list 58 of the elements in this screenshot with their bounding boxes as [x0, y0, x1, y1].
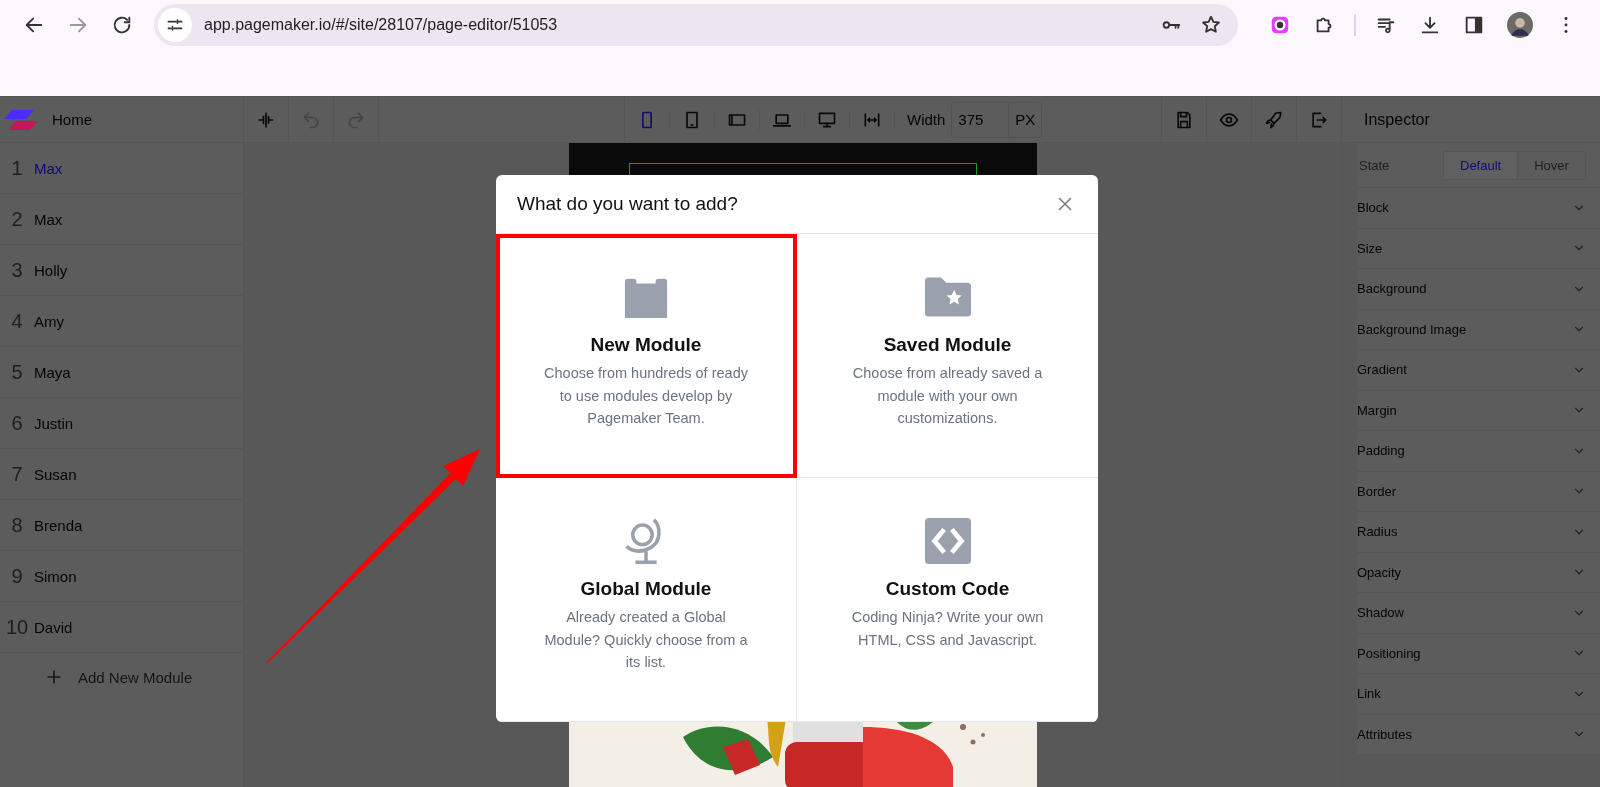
download-icon[interactable]: [1419, 14, 1441, 36]
row-number: 4: [10, 309, 24, 333]
inspector-title: Inspector: [1364, 110, 1430, 129]
width-field[interactable]: 375 PX: [951, 101, 1043, 138]
state-label: State: [1358, 157, 1391, 173]
module-name[interactable]: Max: [34, 159, 63, 177]
section-header[interactable]: Padding: [1357, 431, 1600, 472]
section-header[interactable]: Opacity: [1357, 552, 1600, 593]
tune-icon[interactable]: [158, 8, 192, 42]
row-number: 10: [4, 615, 30, 639]
reload-icon[interactable]: [111, 14, 133, 36]
state-tab[interactable]: Default: [1444, 151, 1519, 179]
module-name[interactable]: Maya: [34, 363, 71, 381]
row-number: 3: [10, 258, 24, 282]
section-header[interactable]: Attributes: [1357, 714, 1600, 755]
row-number: 1: [10, 156, 24, 180]
rocket-icon[interactable]: [1264, 109, 1284, 130]
width-label: Width: [907, 111, 946, 128]
module-name[interactable]: David: [34, 618, 73, 636]
avatar-icon[interactable]: [1507, 12, 1533, 38]
section-header[interactable]: Background: [1357, 269, 1600, 310]
address-bar[interactable]: app.pagemaker.io/#/site/28107/page-editor/51053: [154, 4, 1238, 46]
section-header[interactable]: Gradient: [1357, 350, 1600, 391]
star-icon[interactable]: [1200, 14, 1222, 36]
option-card[interactable]: New Module Choose from hundreds of ready to use modules develop by Pagemaker Team.: [496, 234, 797, 478]
section-header[interactable]: Positioning: [1357, 633, 1600, 674]
row-number: 5: [10, 360, 24, 384]
dialog-title: What do you want to add?: [517, 193, 738, 215]
section-header[interactable]: Size: [1357, 228, 1600, 269]
camera-icon[interactable]: [1269, 14, 1291, 36]
section-header[interactable]: Margin: [1357, 390, 1600, 431]
module-name[interactable]: Justin: [34, 414, 74, 432]
option-card[interactable]: Global Module Already created a Global Module? Quickly choose from a its list.: [496, 478, 797, 722]
add-module-button[interactable]: Add New Module: [40, 663, 197, 691]
section-header[interactable]: Block: [1357, 188, 1600, 229]
code-icon: [924, 518, 971, 564]
section-header[interactable]: Radius: [1357, 512, 1600, 553]
row-number: 2: [10, 207, 24, 231]
row-number: 7: [10, 462, 24, 486]
page-title: Home: [52, 111, 92, 128]
module-name[interactable]: Holly: [34, 261, 68, 279]
module-name[interactable]: Susan: [34, 465, 77, 483]
section-header[interactable]: Link: [1357, 674, 1600, 715]
url-text: app.pagemaker.io/#/site/28107/page-editor/51053: [204, 16, 559, 34]
section-header[interactable]: Background Image: [1357, 309, 1600, 350]
module-name[interactable]: Max: [34, 210, 63, 228]
module-name[interactable]: Amy: [34, 312, 64, 330]
section-header[interactable]: Shadow: [1357, 593, 1600, 634]
row-number: 8: [10, 513, 24, 537]
side-panel-icon[interactable]: [1463, 14, 1485, 36]
module-name[interactable]: Simon: [34, 567, 77, 585]
row-number: 9: [10, 564, 24, 588]
row-number: 6: [10, 411, 24, 435]
module-name[interactable]: Brenda: [34, 516, 83, 534]
option-card[interactable]: Custom Code Coding Ninja? Write your own HTML, CSS and Javascript.: [797, 478, 1098, 722]
option-card[interactable]: Saved Module Choose from already saved a module with your own customizations.: [797, 234, 1098, 478]
save-icon[interactable]: [1174, 109, 1194, 130]
section-header[interactable]: Border: [1357, 471, 1600, 512]
